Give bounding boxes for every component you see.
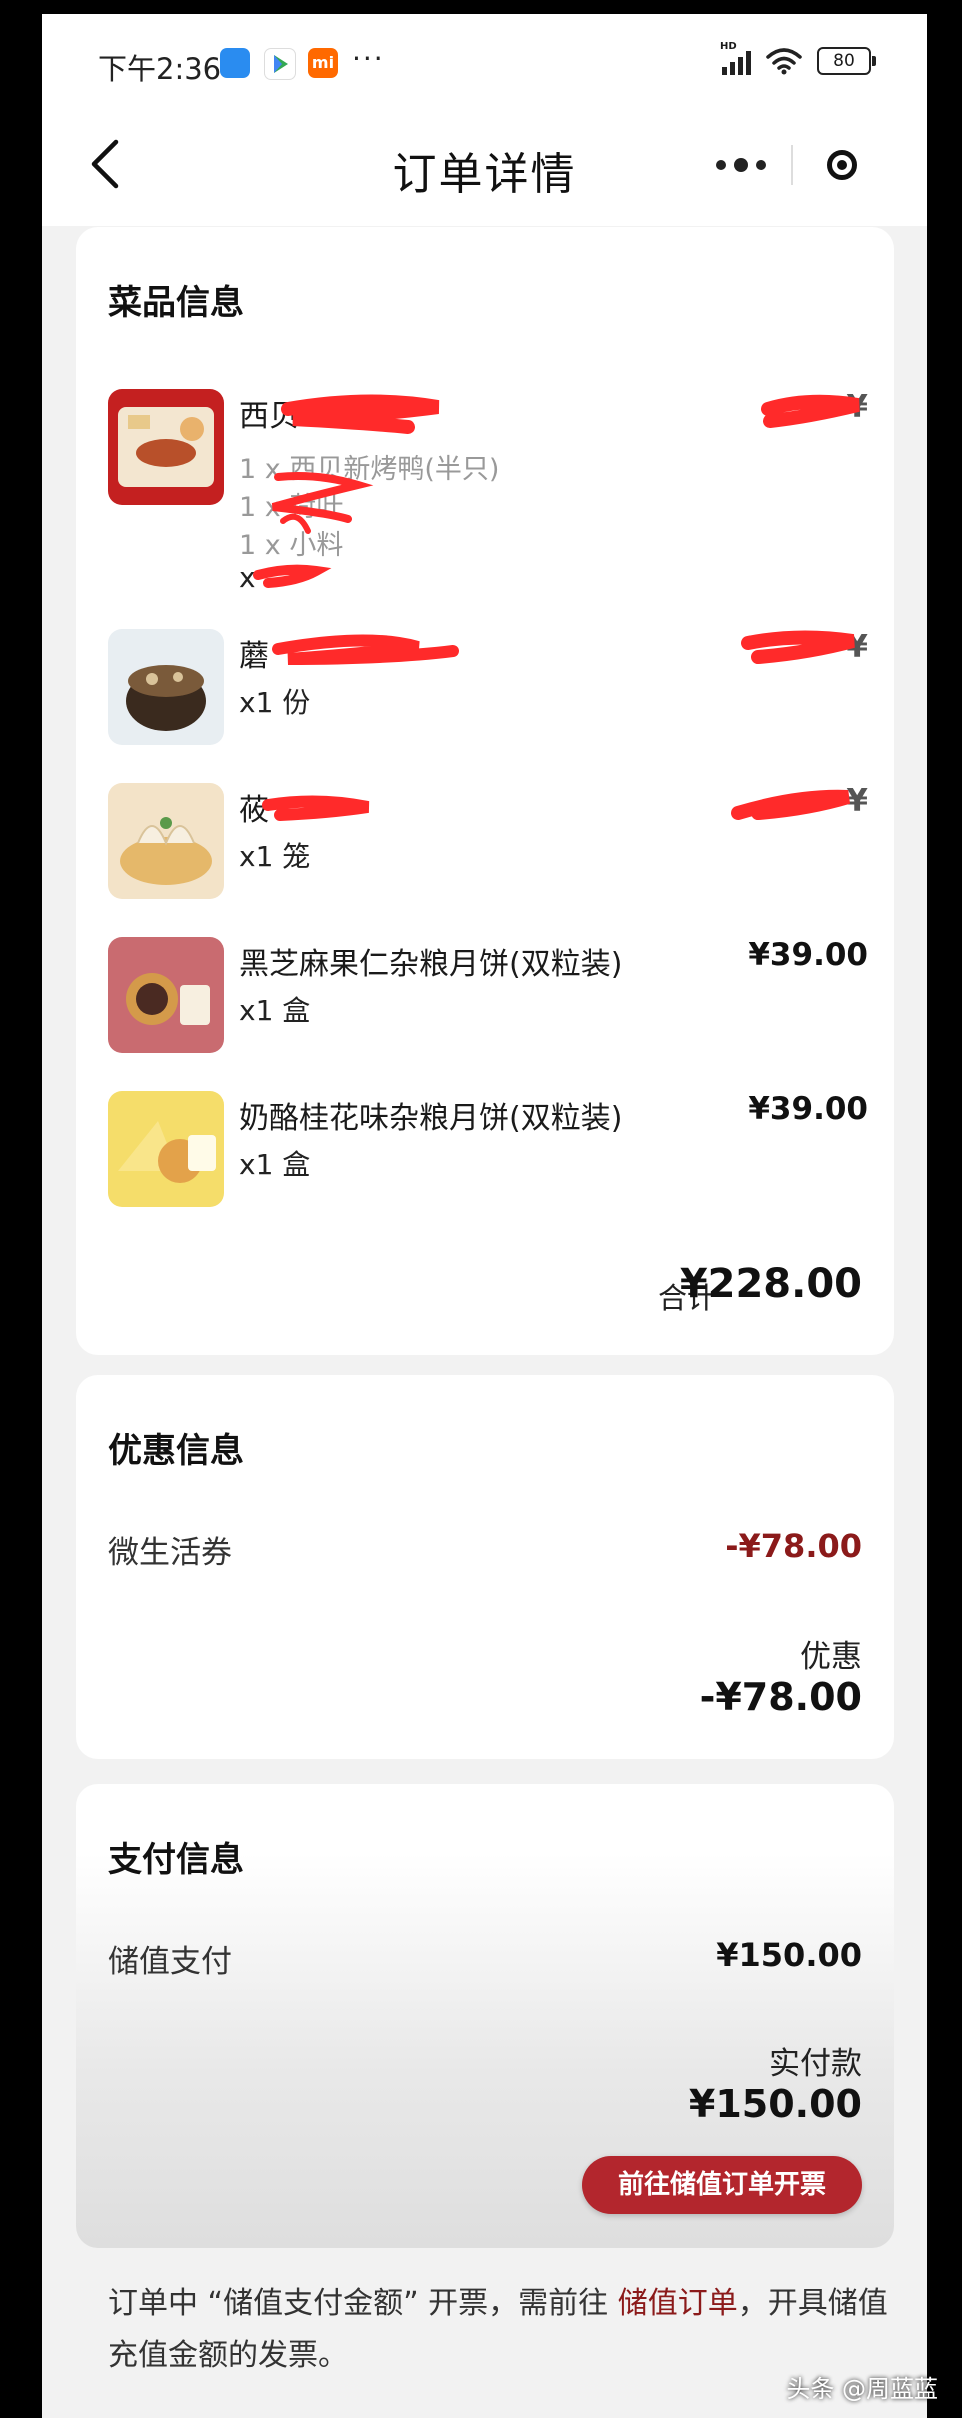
phone-screen: 下午2:36 mi ··· HD 80 订单详情 菜品信息 西贝 1 x 西贝新…	[42, 14, 927, 2418]
target-icon	[827, 150, 857, 180]
close-mini-program-button[interactable]	[793, 130, 891, 200]
payment-card-title: 支付信息	[108, 1840, 244, 1880]
paid-amount: ¥150.00	[688, 2082, 862, 2126]
wifi-icon	[766, 48, 802, 75]
payment-info-card: 支付信息 储值支付 ¥150.00 实付款 ¥150.00 前往储值订单开票	[76, 1784, 894, 2248]
dish-thumbnail	[108, 783, 224, 899]
invoice-button[interactable]: 前往储值订单开票	[582, 2156, 862, 2214]
discount-card-title: 优惠信息	[108, 1431, 244, 1471]
discount-summary-amount: -¥78.00	[699, 1675, 862, 1719]
mi-app-icon: mi	[308, 48, 338, 78]
dish-card-title: 菜品信息	[108, 283, 244, 323]
dish-sub-item: 1 x 荷叶	[239, 492, 344, 523]
dish-thumbnail	[108, 629, 224, 745]
dish-name: 奶酪桂花味杂粮月饼(双粒装)	[239, 1101, 623, 1136]
payment-method-amount: ¥150.00	[716, 1936, 862, 1974]
dish-name: 蘑	[239, 639, 269, 674]
battery-icon: 80	[817, 47, 876, 75]
invoice-note: 订单中 “储值支付金额” 开票，需前往 储值订单，开具储值充值金额的发票。	[108, 2278, 888, 2382]
dish-item[interactable]: 西贝 1 x 西贝新烤鸭(半只) 1 x 荷叶 1 x 小料 x ¥	[108, 389, 868, 609]
dish-name: 黑芝麻果仁杂粮月饼(双粒装)	[239, 947, 623, 982]
status-time: 下午2:36	[98, 52, 222, 86]
dish-thumbnail	[108, 1091, 224, 1207]
payment-method-label: 储值支付	[108, 1944, 232, 1980]
discount-info-card: 优惠信息 微生活券 -¥78.00 优惠 -¥78.00	[76, 1375, 894, 1759]
nav-bar: 订单详情	[42, 104, 927, 226]
dish-price: ¥	[846, 389, 868, 425]
coupon-amount: -¥78.00	[725, 1527, 862, 1565]
dish-quantity: x1 笼	[239, 840, 311, 873]
invoice-note-text: 订单中 “储值支付金额” 开票，需前往	[108, 2286, 618, 2321]
coupon-label: 微生活券	[108, 1535, 232, 1571]
dish-quantity: x1 盒	[239, 1148, 311, 1181]
dish-name: 莜	[239, 793, 269, 828]
dish-item[interactable]: 蘑 x1 份 ¥	[108, 629, 868, 749]
stored-value-order-link[interactable]: 储值订单	[618, 2286, 738, 2321]
dish-name: 西贝	[239, 399, 299, 434]
discount-summary-label: 优惠	[800, 1639, 862, 1675]
total-amount: ¥228.00	[679, 1261, 862, 1307]
dish-quantity: x1 盒	[239, 994, 311, 1027]
dish-price: ¥39.00	[748, 1091, 868, 1127]
dish-item[interactable]: 奶酪桂花味杂粮月饼(双粒装) x1 盒 ¥39.00	[108, 1091, 868, 1211]
paid-amount-label: 实付款	[769, 2046, 862, 2082]
watermark: 头条 @周蓝蓝	[786, 2375, 938, 2403]
dish-item[interactable]: 莜 x1 笼 ¥	[108, 783, 868, 903]
status-bar: 下午2:36 mi ··· HD 80	[42, 14, 927, 104]
dish-thumbnail	[108, 937, 224, 1053]
dish-sub-item: 1 x 西贝新烤鸭(半只)	[239, 454, 500, 485]
more-options-button[interactable]	[691, 130, 791, 200]
signal-icon: HD	[720, 41, 751, 75]
dish-info-card: 菜品信息 西贝 1 x 西贝新烤鸭(半只) 1 x 荷叶 1 x 小料 x ¥	[76, 227, 894, 1355]
play-store-icon	[264, 48, 296, 80]
dish-quantity: x	[239, 561, 256, 594]
more-notifications-icon: ···	[352, 42, 385, 75]
dish-price: ¥	[846, 629, 868, 665]
mini-program-capsule	[691, 130, 891, 200]
dish-quantity: x1 份	[239, 686, 311, 719]
dish-thumbnail	[108, 389, 224, 505]
cloud-app-icon	[220, 48, 250, 78]
dish-price: ¥39.00	[748, 937, 868, 973]
dish-sub-item: 1 x 小料	[239, 530, 344, 561]
dish-item[interactable]: 黑芝麻果仁杂粮月饼(双粒装) x1 盒 ¥39.00	[108, 937, 868, 1057]
dish-price: ¥	[846, 783, 868, 819]
